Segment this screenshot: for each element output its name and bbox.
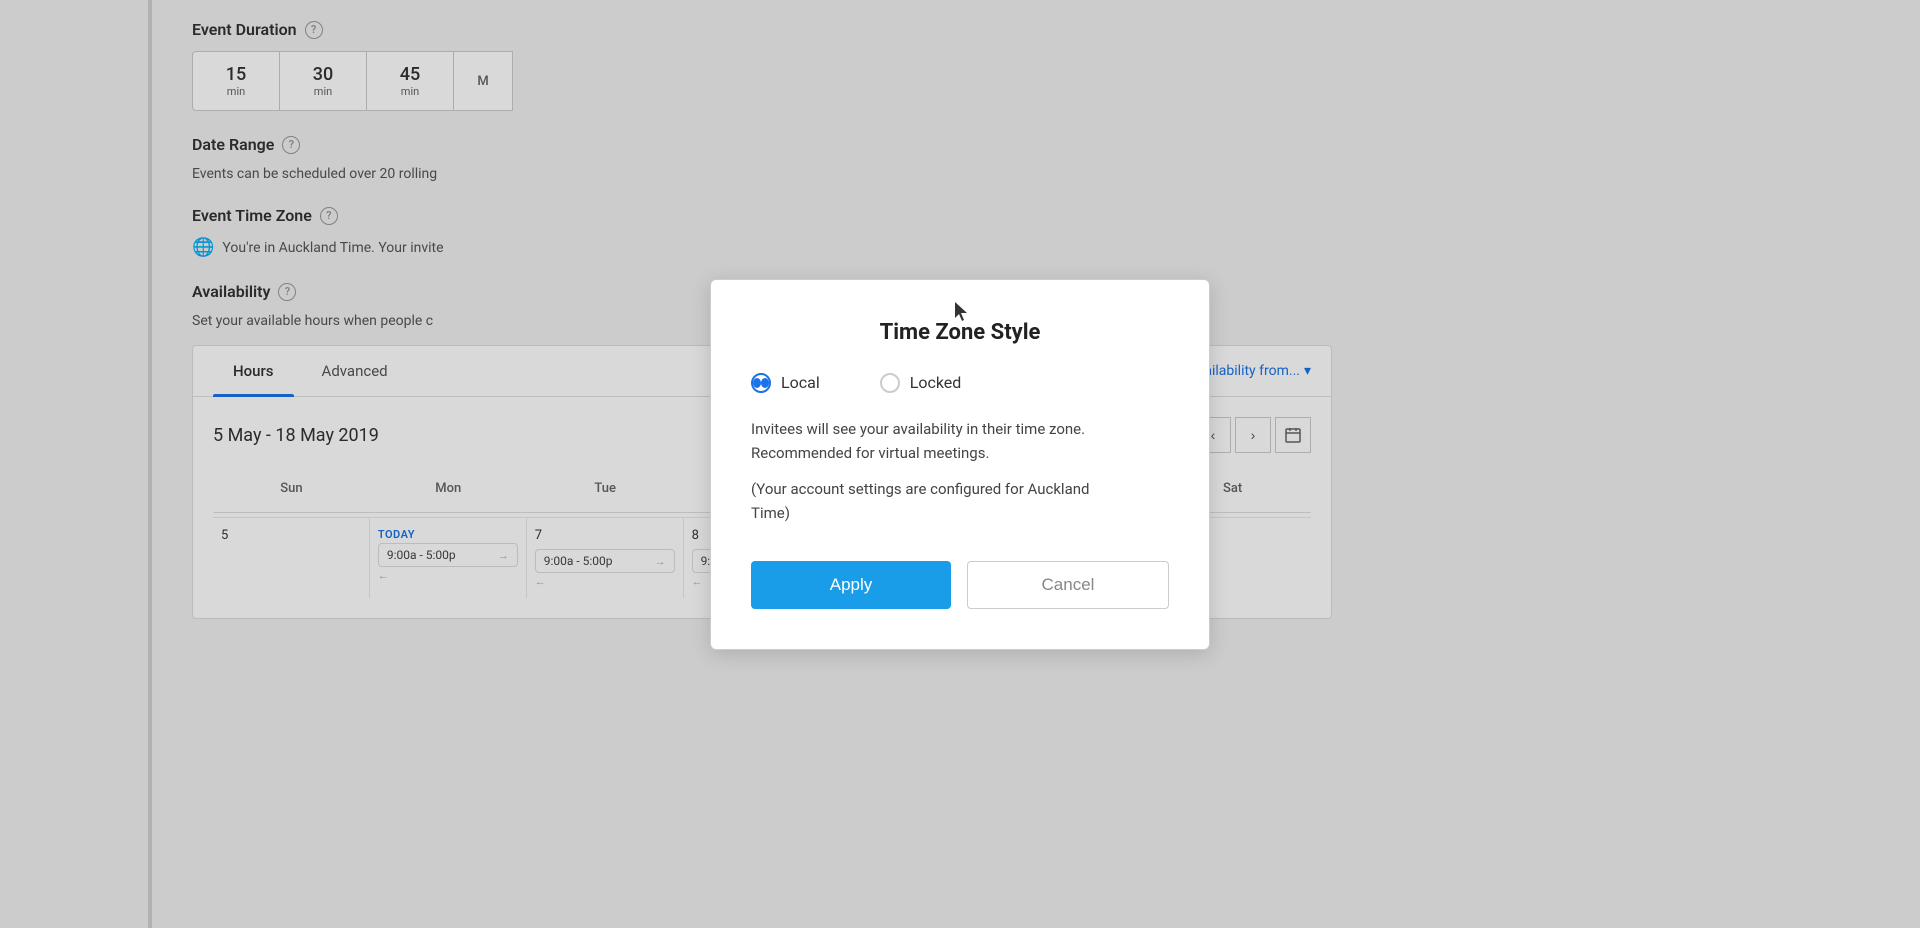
radio-locked-label: Locked bbox=[910, 373, 962, 392]
radio-local-circle bbox=[751, 373, 771, 393]
time-zone-style-modal: Time Zone Style Local Locked Invitees wi… bbox=[710, 279, 1210, 650]
modal-note: (Your account settings are configured fo… bbox=[751, 477, 1169, 525]
radio-local-label: Local bbox=[781, 373, 820, 392]
modal-description: Invitees will see your availability in t… bbox=[751, 417, 1169, 465]
radio-locked[interactable]: Locked bbox=[880, 373, 962, 393]
radio-locked-circle bbox=[880, 373, 900, 393]
modal-title: Time Zone Style bbox=[751, 320, 1169, 345]
modal-overlay: Time Zone Style Local Locked Invitees wi… bbox=[0, 0, 1920, 928]
radio-local[interactable]: Local bbox=[751, 373, 820, 393]
apply-button[interactable]: Apply bbox=[751, 561, 951, 609]
modal-buttons: Apply Cancel bbox=[751, 561, 1169, 609]
radio-group: Local Locked bbox=[751, 373, 1169, 393]
cancel-button[interactable]: Cancel bbox=[967, 561, 1169, 609]
